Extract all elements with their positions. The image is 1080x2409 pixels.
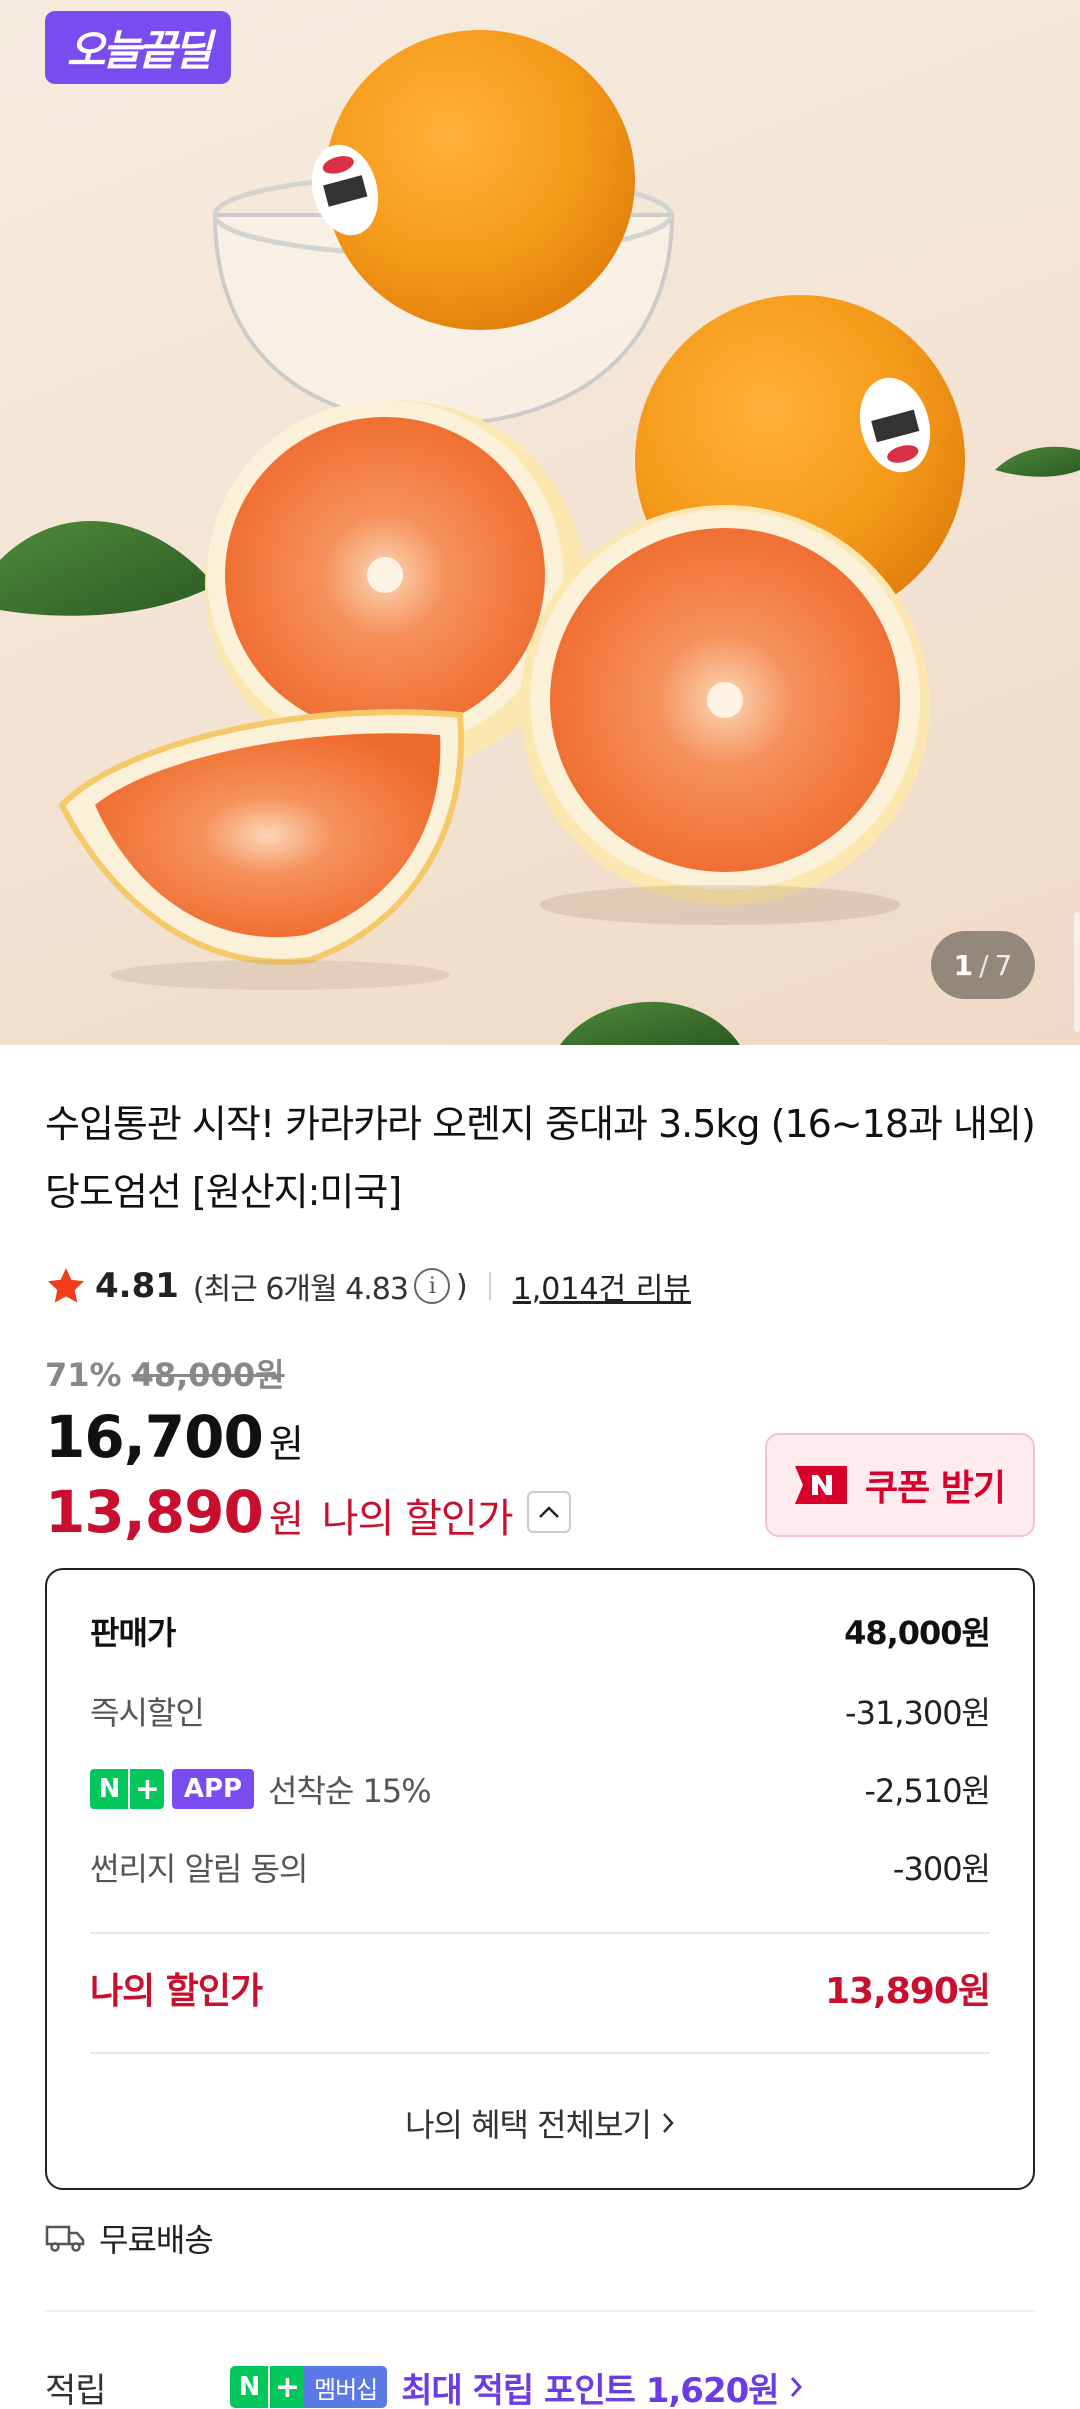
my-price-label: 나의 할인가 <box>321 1496 514 1542</box>
breakdown-divider <box>90 2052 990 2054</box>
recent-rating-text: (최근 6개월 4.83 <box>192 1272 409 1307</box>
my-price-value: 13,890 <box>45 1478 264 1546</box>
rating-divider <box>488 1272 491 1300</box>
shipping-label: 무료배송 <box>99 2221 214 2259</box>
breakdown-row-app-discount: N + APP 선착순 15% -2,510원 <box>90 1766 991 1812</box>
recent-rating-close: ) <box>455 1268 468 1304</box>
my-price-unit: 원 <box>268 1497 304 1541</box>
product-image-carousel[interactable]: 오늘끝딜 1 / 7 <box>0 0 1080 1045</box>
recent-rating: (최근 6개월 4.83 i ) <box>192 1264 468 1308</box>
breakdown-row-instant-discount: 즉시할인 -31,300원 <box>90 1688 991 1734</box>
star-icon <box>47 1268 85 1303</box>
breakdown-row-total: 나의 할인가 13,890원 <box>90 1962 991 2014</box>
price-breakdown-box: 판매가 48,000원 즉시할인 -31,300원 N + APP 선착순 15… <box>45 1568 1035 2190</box>
membership-text: 멤버십 <box>304 2366 388 2408</box>
app-chip: APP <box>172 1769 254 1809</box>
chevron-right-icon <box>663 2113 674 2133</box>
rating-value: 4.81 <box>95 1266 179 1306</box>
product-photo <box>0 30 1080 1045</box>
coupon-download-button[interactable]: 쿠폰 받기 <box>765 1433 1035 1537</box>
my-discount-price: 13,890 원 나의 할인가 <box>45 1478 571 1546</box>
shipping-info: 무료배송 <box>45 2214 214 2262</box>
chevron-up-icon <box>538 1506 559 1518</box>
product-title: 수입통관 시작! 카라카라 오렌지 중대과 3.5kg (16~18과 내외) … <box>45 1102 1036 1214</box>
page-separator: / <box>979 948 989 982</box>
sale-price-unit: 원 <box>268 1422 304 1466</box>
sale-price: 16,700 원 <box>45 1403 304 1471</box>
breakdown-value: -300원 <box>892 1850 991 1888</box>
naver-plus-chip: + <box>128 1769 164 1809</box>
breakdown-total-value: 13,890원 <box>824 1971 991 2012</box>
discount-rate: 71% <box>45 1356 122 1394</box>
breakdown-label: 선착순 15% <box>268 1772 432 1810</box>
truck-icon <box>45 2225 85 2252</box>
page-current: 1 <box>953 948 974 982</box>
breakdown-total-label: 나의 할인가 <box>90 1971 263 2012</box>
view-all-benefits-label: 나의 혜택 전체보기 <box>405 2106 652 2144</box>
breakdown-label: 썬리지 알림 동의 <box>90 1850 308 1888</box>
naver-coupon-icon <box>794 1466 847 1504</box>
max-points-text: 최대 적립 포인트 1,620원 <box>401 2370 779 2409</box>
today-deal-badge: 오늘끝딜 <box>45 11 231 84</box>
breakdown-row-notification-consent: 썬리지 알림 동의 -300원 <box>90 1844 991 1890</box>
original-price: 48,000원 <box>131 1356 285 1394</box>
view-all-benefits-link[interactable]: 나의 혜택 전체보기 <box>47 2100 1033 2146</box>
page-total: 7 <box>994 948 1013 982</box>
breakdown-divider <box>90 1932 990 1934</box>
section-divider <box>45 2310 1035 2312</box>
breakdown-value: -31,300원 <box>845 1694 991 1732</box>
info-icon[interactable]: i <box>413 1268 450 1304</box>
membership-plus: + <box>268 2366 304 2408</box>
membership-n: N <box>230 2366 268 2408</box>
price-breakdown-toggle[interactable] <box>526 1491 571 1533</box>
naver-n-chip: N <box>90 1769 128 1809</box>
carousel-scroll-indicator <box>1074 912 1080 1032</box>
breakdown-label-group: N + APP 선착순 15% <box>90 1766 432 1812</box>
breakdown-row-list-price: 판매가 48,000원 <box>90 1608 991 1654</box>
rating-row: 4.81 (최근 6개월 4.83 i ) 1,014건 리뷰 <box>45 1260 691 1312</box>
review-count-link[interactable]: 1,014건 리뷰 <box>513 1264 691 1308</box>
breakdown-value: -2,510원 <box>864 1772 991 1810</box>
breakdown-value: 48,000원 <box>844 1614 991 1652</box>
points-label: 적립 <box>45 2370 107 2409</box>
coupon-label: 쿠폰 받기 <box>864 1468 1006 1509</box>
points-row[interactable]: 적립 N + 멤버십 최대 적립 포인트 1,620원 <box>45 2362 803 2409</box>
naver-membership-badge: N + 멤버십 <box>230 2366 388 2408</box>
discount-row: 71% 48,000원 <box>45 1350 285 1396</box>
chevron-right-icon <box>790 2377 802 2397</box>
breakdown-label: 판매가 <box>90 1614 176 1652</box>
sale-price-value: 16,700 <box>45 1403 264 1471</box>
breakdown-label: 즉시할인 <box>90 1694 205 1732</box>
image-page-counter: 1 / 7 <box>931 931 1035 999</box>
